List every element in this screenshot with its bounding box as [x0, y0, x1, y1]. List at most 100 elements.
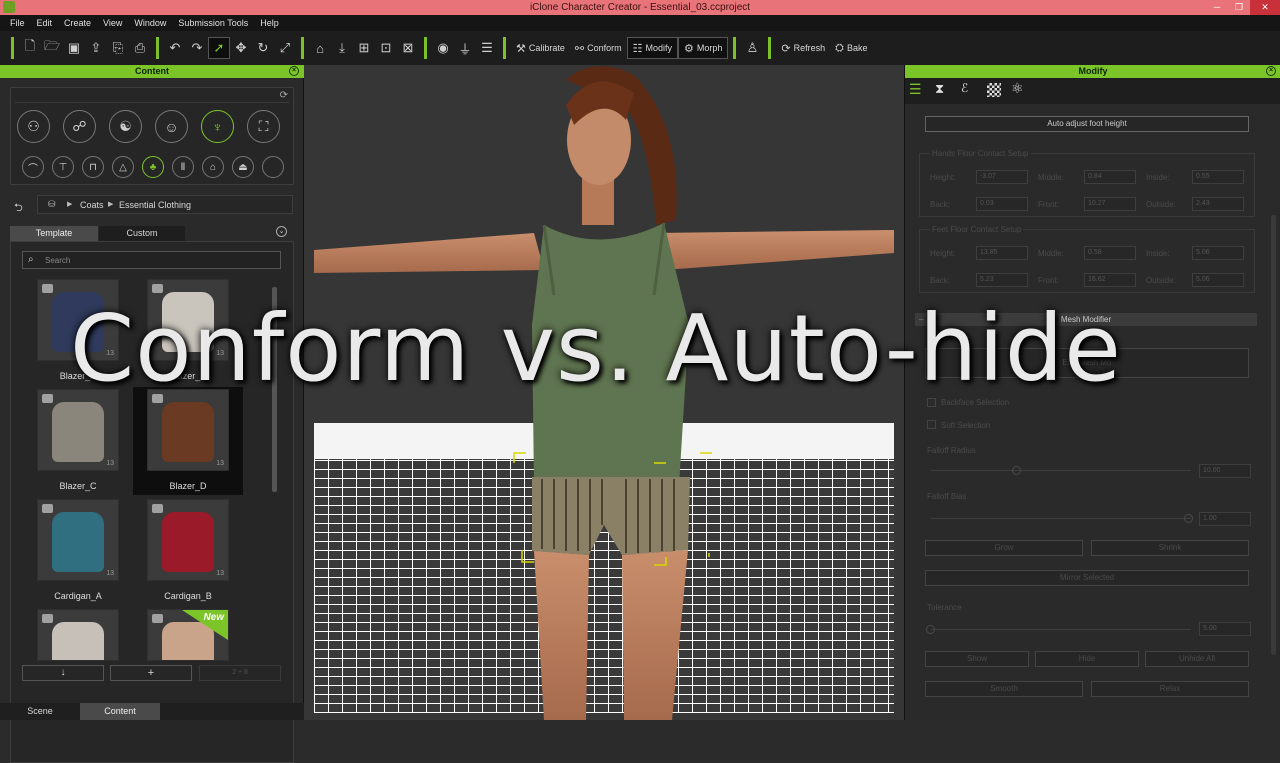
chevron-down-icon[interactable]: ⌄ — [276, 226, 287, 237]
sub-hat-icon[interactable]: ⌒ — [22, 156, 44, 178]
conform-button[interactable]: ⚯ Conform — [570, 37, 627, 59]
menu-edit[interactable]: Edit — [31, 15, 59, 31]
open-folder-icon[interactable]: 🗁 — [41, 37, 63, 59]
show-button[interactable]: Show — [925, 651, 1029, 667]
falloff-bias-slider[interactable] — [931, 518, 1191, 519]
add-button[interactable]: + — [110, 665, 192, 681]
person-icon[interactable]: ♙ — [741, 37, 763, 59]
category-clothing-icon[interactable]: ♆ — [201, 110, 234, 143]
tolerance-slider[interactable] — [931, 629, 1191, 630]
falloff-radius-field[interactable]: 10.00 — [1199, 464, 1251, 478]
home-camera-icon[interactable]: ⌂ — [309, 37, 331, 59]
close-button[interactable]: ✕ — [1250, 0, 1280, 15]
unhide-all-button[interactable]: Unhide All — [1145, 651, 1249, 667]
feet-height-field[interactable]: 13.85 — [976, 246, 1028, 260]
search-input[interactable]: ⌕ Search — [22, 251, 281, 269]
menu-help[interactable]: Help — [254, 15, 285, 31]
sub-empty-icon[interactable] — [262, 156, 284, 178]
close-icon[interactable]: × — [289, 66, 299, 76]
select-arrow-icon[interactable]: ➚ — [208, 37, 230, 59]
hands-inside-field[interactable]: 0.55 — [1192, 170, 1244, 184]
morph-slider-icon[interactable]: ⧗ — [935, 81, 944, 97]
move-icon[interactable]: ✥ — [230, 37, 252, 59]
grid-view-icon[interactable]: ⊠ — [397, 37, 419, 59]
feet-outside-field[interactable]: 5.06 — [1192, 273, 1244, 287]
morph-button[interactable]: ⚙ Morph — [678, 37, 729, 59]
tab-content[interactable]: Content — [80, 703, 160, 720]
hands-height-field[interactable]: -3.07 — [976, 170, 1028, 184]
eye-icon[interactable]: ◉ — [432, 37, 454, 59]
falloff-radius-handle[interactable] — [1012, 466, 1021, 475]
menu-window[interactable]: Window — [128, 15, 172, 31]
sub-vest-icon[interactable]: ⊓ — [82, 156, 104, 178]
hands-middle-field[interactable]: 0.84 — [1084, 170, 1136, 184]
category-head-icon[interactable]: ☺ — [155, 110, 188, 143]
category-accessory-icon[interactable]: ⛶ — [247, 110, 280, 143]
soft-selection-checkbox[interactable] — [927, 420, 936, 429]
close-icon[interactable]: × — [1266, 66, 1276, 76]
feet-back-field[interactable]: 5.23 — [976, 273, 1028, 287]
calibrate-button[interactable]: ⚒ Calibrate — [511, 37, 570, 59]
sub-skirt-icon[interactable]: △ — [112, 156, 134, 178]
scale-icon[interactable]: ⤢ — [274, 37, 296, 59]
undo-icon[interactable]: ↶ — [164, 37, 186, 59]
category-body-icon[interactable]: ⚇ — [17, 110, 50, 143]
falloff-bias-field[interactable]: 1.00 — [1199, 512, 1251, 526]
item-thumb-cardigan-a[interactable]: 13 — [37, 499, 119, 581]
sub-hanger-icon[interactable]: ⏏ — [232, 156, 254, 178]
tab-custom[interactable]: Custom — [99, 226, 185, 241]
relax-button[interactable]: Relax — [1091, 681, 1249, 697]
floor-icon[interactable]: ⏚ — [454, 37, 476, 59]
hands-back-field[interactable]: 0.03 — [976, 197, 1028, 211]
feet-inside-field[interactable]: 5.06 — [1192, 246, 1244, 260]
physics-icon[interactable]: ⚛ — [1011, 80, 1024, 97]
ez-icon[interactable]: ℰ — [961, 81, 968, 95]
import-icon[interactable]: ⎘ — [107, 37, 129, 59]
download-button[interactable]: ↓ — [22, 665, 104, 681]
feet-middle-field[interactable]: 0.58 — [1084, 246, 1136, 260]
frame-selected-icon[interactable]: ⊡ — [375, 37, 397, 59]
menu-file[interactable]: File — [4, 15, 31, 31]
auto-adjust-foot-height-button[interactable]: Auto adjust foot height — [925, 116, 1249, 132]
falloff-bias-handle[interactable] — [1184, 514, 1193, 523]
hands-front-field[interactable]: 10.27 — [1084, 197, 1136, 211]
back-icon[interactable]: ⮌ — [14, 199, 23, 218]
redo-icon[interactable]: ↷ — [186, 37, 208, 59]
tolerance-handle[interactable] — [926, 625, 935, 634]
sliders-icon[interactable]: ☰ — [909, 81, 922, 98]
category-hair-icon[interactable]: ☯ — [109, 110, 142, 143]
sub-pants-icon[interactable]: Ⅱ — [172, 156, 194, 178]
falloff-radius-slider[interactable] — [931, 470, 1191, 471]
breadcrumb-essential-clothing[interactable]: Essential Clothing — [119, 200, 191, 210]
breadcrumb-coats[interactable]: Coats — [80, 200, 104, 210]
shadow-icon[interactable]: ☰ — [476, 37, 498, 59]
modify-button[interactable]: ☷ Modify — [626, 37, 679, 59]
menu-submission-tools[interactable]: Submission Tools — [172, 15, 254, 31]
publish-icon[interactable]: ⎙ — [129, 37, 151, 59]
sub-top-icon[interactable]: ⊤ — [52, 156, 74, 178]
rotate-icon[interactable]: ↻ — [252, 37, 274, 59]
menu-view[interactable]: View — [97, 15, 128, 31]
refresh-icon[interactable]: ⟳ — [280, 90, 288, 101]
save-icon[interactable]: ▣ — [63, 37, 85, 59]
hands-outside-field[interactable]: 2.43 — [1192, 197, 1244, 211]
texture-icon[interactable] — [987, 83, 1001, 97]
sub-coat-icon[interactable]: ♣ — [142, 156, 164, 178]
refresh-button[interactable]: ⟳ Refresh — [776, 37, 830, 59]
tab-template[interactable]: Template — [10, 226, 98, 241]
mirror-selected-button[interactable]: Mirror Selected — [925, 570, 1249, 586]
smooth-button[interactable]: Smooth — [925, 681, 1083, 697]
minimize-button[interactable]: ─ — [1206, 0, 1228, 15]
frame-icon[interactable]: ⊞ — [353, 37, 375, 59]
hide-button[interactable]: Hide — [1035, 651, 1139, 667]
category-pose-icon[interactable]: ☍ — [63, 110, 96, 143]
grow-button[interactable]: Grow — [925, 540, 1083, 556]
item-thumb-cardigan-b[interactable]: 13 — [147, 499, 229, 581]
tab-scene[interactable]: Scene — [0, 703, 80, 720]
modify-scrollbar[interactable] — [1271, 215, 1276, 655]
new-file-icon[interactable]: 🗋 — [19, 37, 41, 59]
fit-down-icon[interactable]: ⤓ — [331, 37, 353, 59]
sub-shoes-icon[interactable]: ⌂ — [202, 156, 224, 178]
item-thumb[interactable]: New — [147, 609, 229, 661]
shrink-button[interactable]: Shrink — [1091, 540, 1249, 556]
